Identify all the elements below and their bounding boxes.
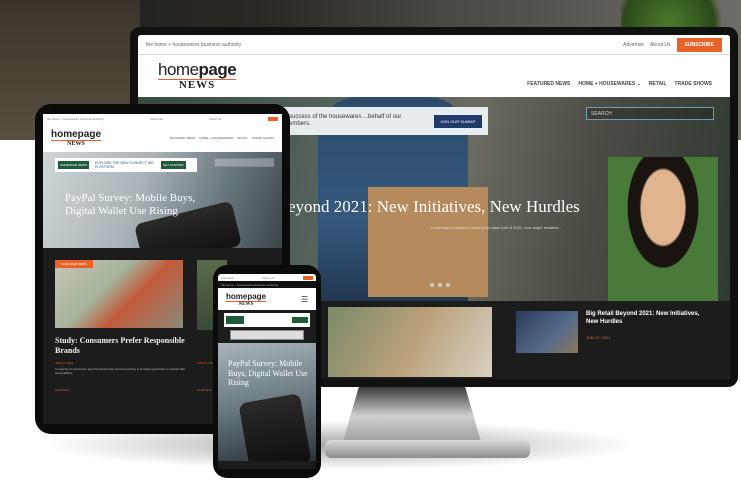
nav-featured-news[interactable]: FEATURED NEWS	[527, 81, 570, 87]
hero-subtitle: ...housewares retailers entering the bac…	[428, 225, 562, 230]
tablet-logo-news: NEWS	[51, 140, 102, 147]
logo-page: page	[198, 60, 237, 79]
phone-screen: Advertise About Us the home + housewares…	[218, 274, 316, 469]
phone-banner-button[interactable]	[292, 317, 308, 323]
logo-home: home	[158, 60, 199, 79]
carousel-dot[interactable]	[446, 283, 450, 287]
site-logo[interactable]: homepage NEWS	[158, 60, 237, 91]
search-input[interactable]: SEARCH	[586, 107, 714, 120]
phone-topbar: Advertise About Us	[218, 274, 316, 281]
phone-subscribe-button[interactable]	[302, 275, 313, 280]
tablet-nav-retail[interactable]: RETAIL	[237, 136, 247, 140]
tablet-logo-home: home	[51, 129, 78, 140]
phone-ad-banner[interactable]	[224, 313, 310, 327]
hero-title[interactable]: eyond 2021: New Initiatives, New Hurdles	[288, 197, 580, 217]
phone-hero-title[interactable]: PayPal Survey: Mobile Buys, Digital Wall…	[228, 359, 316, 388]
side-article-date: JUN 22, 2021	[586, 335, 611, 340]
tablet-search-input[interactable]	[214, 158, 274, 167]
monitor-base	[325, 440, 530, 458]
carousel-dot[interactable]	[438, 283, 442, 287]
nav-home-housewares[interactable]: HOME + HOUSEWARES ⌄	[578, 81, 640, 87]
tablet-banner-logo: HOMEPAGE NEWS	[58, 161, 89, 169]
read-more-link[interactable]: Read More	[55, 388, 70, 392]
subscribe-button[interactable]: SUBSCRIBE	[676, 37, 722, 52]
phone-logo-news: NEWS	[226, 300, 267, 307]
tablet-topbar: the home + housewares business authority…	[43, 114, 282, 124]
tablet-hero-title-line1: PayPal Survey: Mobile Buys,	[65, 192, 196, 204]
phone-tagline: the home + housewares business authority	[221, 282, 279, 287]
tablet-nav-home[interactable]: HOME + HOUSEWARES	[199, 136, 233, 140]
tablet-banner-button[interactable]: GET STARTED	[160, 161, 186, 169]
phone-about-link[interactable]: About Us	[262, 276, 274, 280]
desktop-header: homepage NEWS FEATURED NEWS HOME + HOUSE…	[138, 55, 730, 97]
phone-logo-home: home	[226, 291, 248, 301]
nav-trade-shows[interactable]: TRADE SHOWS	[675, 81, 713, 87]
desktop-nav: FEATURED NEWS HOME + HOUSEWARES ⌄ RETAIL…	[527, 81, 712, 87]
nav-retail[interactable]: RETAIL	[649, 81, 667, 87]
phone-device: Advertise About Us the home + housewares…	[213, 265, 321, 478]
tablet-hero[interactable]: HOMEPAGE NEWS EXPLORE THE NEW CONNECT 36…	[43, 152, 282, 248]
tablet-banner-text: EXPLORE THE NEW CONNECT 360 PLATFORM	[94, 161, 154, 169]
device-mockup-stage: the home + housewares business authority…	[0, 0, 741, 483]
side-article-headline[interactable]: Big Retail Beyond 2021: New Initiatives,…	[586, 311, 706, 327]
advertise-link[interactable]: Advertise	[623, 42, 644, 48]
phone-banner-logo	[226, 316, 244, 324]
ad-banner-button[interactable]: JOIN OUR SUMMIT	[434, 114, 482, 128]
side-read-more-link[interactable]: Read More	[197, 388, 212, 392]
hero-woman-image	[608, 157, 718, 301]
hamburger-menu-icon[interactable]: ☰	[301, 295, 308, 304]
tablet-hero-title[interactable]: PayPal Survey: Mobile Buys, Digital Wall…	[65, 192, 195, 218]
carousel-dots[interactable]	[430, 283, 450, 287]
article-headline[interactable]: Study: Consumers Prefer Responsible Bran…	[55, 336, 195, 355]
tablet-tagline: the home + housewares business authority	[47, 117, 105, 121]
site-tagline: the home + housewares business authority	[146, 41, 242, 48]
phone-terminal-image	[238, 393, 312, 461]
article-card-image[interactable]	[55, 260, 183, 328]
phone-header: homepage NEWS ☰	[218, 288, 316, 310]
carousel-dot[interactable]	[430, 283, 434, 287]
tablet-logo-page: page	[77, 129, 102, 140]
about-link[interactable]: About Us	[650, 42, 671, 48]
logo-news: NEWS	[158, 79, 237, 91]
phone-logo-page: page	[247, 291, 267, 301]
desktop-topbar: the home + housewares business authority…	[138, 35, 730, 55]
article-image[interactable]	[328, 307, 492, 377]
desktop-top-links: Advertise About Us SUBSCRIBE	[623, 37, 722, 52]
phone-search-input[interactable]	[230, 330, 304, 340]
side-article-thumb[interactable]	[516, 311, 578, 353]
phone-advertise-link[interactable]: Advertise	[221, 276, 234, 280]
tablet-header: homepage NEWS FEATURED NEWS HOME + HOUSE…	[43, 124, 282, 152]
article-category-tag[interactable]: FEATURED NEWS	[55, 260, 93, 268]
ad-banner[interactable]: ...success of the housewares ...behalf o…	[278, 107, 488, 135]
article-excerpt: A majority of consumers say the brands t…	[55, 367, 185, 376]
article-date: JUN 22, 2021	[55, 361, 74, 365]
tablet-hero-title-line2: Digital Wallet Use Rising	[65, 205, 178, 218]
tablet-logo[interactable]: homepage NEWS	[51, 129, 102, 147]
tablet-nav-trade[interactable]: TRADE SHOWS	[252, 136, 274, 140]
phone-tagline-bar: the home + housewares business authority	[218, 281, 316, 288]
tablet-subscribe-button[interactable]	[267, 117, 278, 121]
monitor-stand	[342, 387, 482, 445]
tablet-advertise-link[interactable]: Advertise	[150, 117, 163, 121]
phone-hero[interactable]: PayPal Survey: Mobile Buys, Digital Wall…	[218, 343, 316, 461]
tablet-ad-banner[interactable]: HOMEPAGE NEWS EXPLORE THE NEW CONNECT 36…	[55, 158, 197, 172]
ad-banner-text: ...success of the housewares ...behalf o…	[284, 113, 402, 127]
phone-logo[interactable]: homepage NEWS	[226, 291, 267, 307]
tablet-about-link[interactable]: About Us	[209, 117, 221, 121]
tablet-nav-featured[interactable]: FEATURED NEWS	[170, 136, 196, 140]
tablet-nav: FEATURED NEWS HOME + HOUSEWARES RETAIL T…	[170, 136, 274, 140]
